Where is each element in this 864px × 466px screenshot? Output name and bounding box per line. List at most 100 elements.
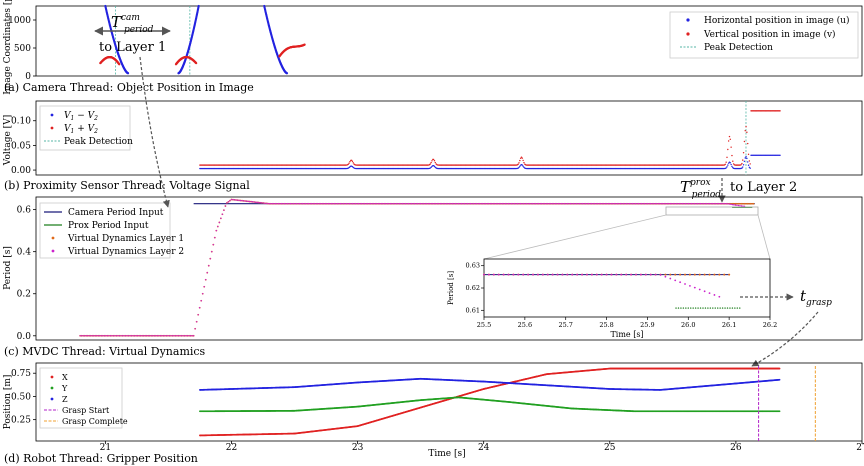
- layer2-point: [610, 203, 612, 205]
- v1_plus_v2-point: [740, 164, 742, 166]
- layer2-point: [581, 203, 584, 205]
- layer2-point: [425, 203, 428, 205]
- u-point: [126, 72, 130, 75]
- layer2-point: [531, 203, 534, 205]
- layer2-point: [109, 335, 112, 337]
- layer2-point: [651, 203, 653, 205]
- inset-zoom-indicator: [483, 206, 771, 260]
- layer2-point: [422, 203, 425, 205]
- layer2-point: [215, 229, 218, 232]
- inset-prox-period-point: [690, 307, 692, 309]
- inset-layer2-point: [507, 273, 510, 276]
- layer2-point: [373, 203, 375, 205]
- inset-y-tick-label: 0.62: [466, 284, 480, 292]
- inset-prox-period-point: [731, 307, 734, 309]
- layer2-point: [242, 200, 245, 202]
- v1_minus_v2-point: [779, 154, 781, 156]
- layer2-point: [674, 203, 676, 205]
- layer2-point: [693, 203, 696, 205]
- legend-layer1-marker: [51, 236, 55, 240]
- layer2-point: [498, 203, 501, 205]
- layer2-point: [306, 203, 308, 205]
- inset-prox-period-point: [712, 307, 714, 309]
- layer2-point: [715, 203, 717, 205]
- layer2-point: [477, 203, 479, 205]
- inset-layer2-point: [556, 273, 559, 276]
- layer2-point: [258, 201, 260, 204]
- layer2-point: [548, 203, 550, 205]
- layer2-point: [730, 203, 732, 206]
- layer2-point: [559, 203, 561, 205]
- panel-b-ylabel: Voltage [V]: [3, 115, 13, 166]
- layer2-point: [391, 203, 393, 205]
- layer2-point: [601, 203, 603, 205]
- layer2-point: [265, 202, 267, 205]
- panel-b-y-ticks: 0.000.050.10: [11, 117, 36, 176]
- layer2-point: [736, 204, 738, 207]
- layer2-point: [566, 203, 569, 205]
- layer2-point: [189, 335, 192, 337]
- layer2-point: [132, 335, 134, 337]
- inset-layer1-point: [718, 273, 721, 276]
- layer2-point: [118, 335, 121, 337]
- panel-d-y-tick-label: 0.25: [11, 416, 31, 426]
- layer2-point: [179, 335, 181, 337]
- inset-prox-period-point: [717, 307, 719, 309]
- layer2-point: [295, 203, 298, 205]
- layer2-point: [341, 203, 343, 205]
- layer2-point: [530, 203, 532, 205]
- layer2-point: [351, 203, 354, 205]
- layer2-point: [150, 335, 152, 337]
- inset-layer2-point: [512, 273, 515, 276]
- inset-prox-period-point: [699, 307, 702, 309]
- v1_plus_v2-point: [434, 161, 436, 164]
- inset-prox-period-point: [734, 307, 736, 309]
- v1_plus_v2-point: [518, 162, 520, 164]
- v1_plus_v2-point: [724, 163, 727, 165]
- layer2-point: [277, 203, 280, 205]
- v1_minus_v2-point: [747, 161, 749, 163]
- layer2-point: [312, 203, 314, 205]
- layer2-point: [282, 203, 284, 205]
- layer2-point: [374, 203, 376, 205]
- layer2-point: [441, 203, 443, 205]
- layer2-point: [657, 203, 659, 205]
- layer2-point: [491, 203, 493, 205]
- layer2-point: [515, 203, 517, 205]
- layer2-point: [578, 203, 581, 205]
- layer2-point: [114, 335, 116, 337]
- layer2-point: [675, 203, 678, 205]
- layer2-point: [239, 199, 242, 202]
- layer2-point: [521, 203, 523, 205]
- layer2-point: [382, 203, 384, 205]
- layer2-point: [202, 293, 204, 295]
- layer2-point: [123, 335, 125, 337]
- layer2-point: [270, 203, 272, 205]
- v1_plus_v2-point: [523, 161, 525, 164]
- inset-layer2-point: [635, 273, 637, 276]
- layer2-point: [264, 202, 266, 204]
- v1_plus_v2-point: [729, 138, 732, 140]
- layer2-point: [613, 203, 616, 205]
- v1_minus_v2-point: [742, 164, 745, 166]
- v1_plus_v2-point: [748, 160, 751, 162]
- layer2-point: [120, 335, 122, 337]
- panel-d-y-tick-label: 0.75: [11, 369, 31, 379]
- layer2-point: [212, 243, 215, 246]
- layer2-point: [115, 335, 118, 337]
- layer2-point: [279, 203, 281, 205]
- layer2-point: [321, 203, 323, 205]
- legend-layer1-label: Virtual Dynamics Layer 1: [67, 234, 184, 244]
- u-point: [285, 72, 289, 75]
- layer2-point: [419, 203, 422, 205]
- panel-b-y-tick-label: 0.00: [11, 166, 31, 176]
- layer2-point: [102, 335, 104, 337]
- layer2-point: [353, 203, 355, 205]
- inset-y-tick-label: 0.63: [466, 262, 480, 270]
- layer2-point: [705, 203, 708, 205]
- layer2-point: [654, 203, 656, 205]
- layer2-point: [410, 203, 413, 205]
- v1_plus_v2-point: [432, 158, 435, 161]
- inset-prox-period-point: [685, 307, 687, 309]
- layer2-point: [708, 203, 711, 205]
